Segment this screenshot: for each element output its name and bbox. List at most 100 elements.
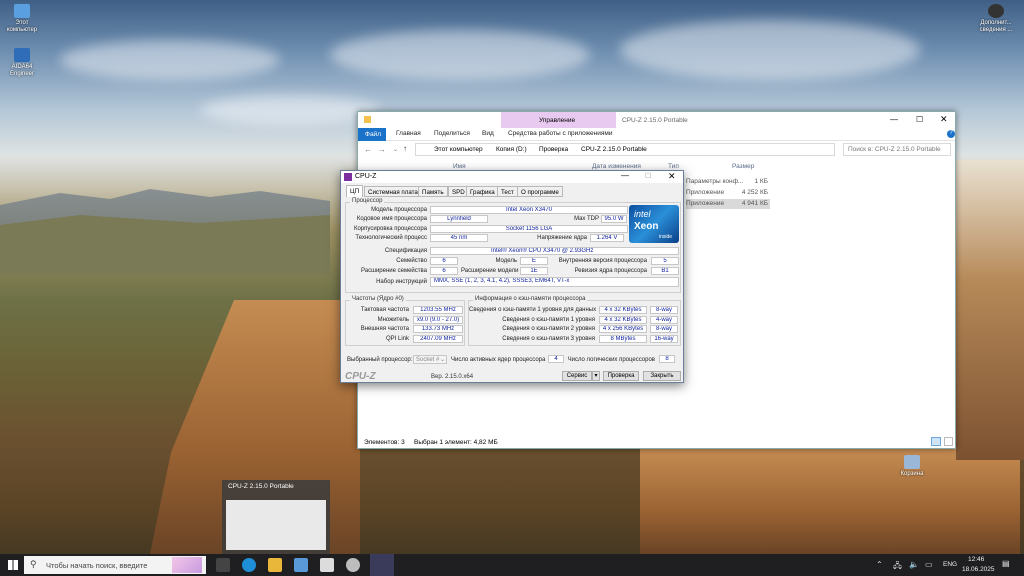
back-icon[interactable]: ←	[364, 145, 372, 154]
breadcrumb-drive[interactable]: Копия (D:)	[496, 146, 527, 153]
label-model: Модель процессора	[371, 207, 427, 213]
close-button[interactable]: Закрыть	[643, 371, 681, 381]
tray-chevron-icon[interactable]: ⌃	[876, 560, 883, 569]
tab-mainboard[interactable]: Системная плата	[364, 186, 422, 197]
task-view-icon[interactable]	[216, 558, 230, 572]
desktop-icon-recycle-bin[interactable]: Корзина	[890, 455, 934, 478]
cpuz-window: CPU-Z — ☐ ✕ ЦП Системная плата Память SP…	[340, 170, 684, 383]
tab-share[interactable]: Поделиться	[434, 130, 470, 137]
tab-bench[interactable]: Тест	[497, 186, 518, 197]
search-input[interactable]: Поиск в: CPU-Z 2.15.0 Portable	[843, 143, 951, 156]
tab-cpu[interactable]: ЦП	[346, 185, 364, 197]
value-l2-ways: 8-way	[650, 325, 678, 333]
taskbar-thumbnail[interactable]: CPU-Z 2.15.0 Portable	[222, 480, 330, 554]
file-row[interactable]: Параметры конф... 1 КБ	[686, 177, 770, 187]
status-selected: Выбран 1 элемент: 4,82 МБ	[414, 439, 498, 446]
clock-date[interactable]: 18.06.2025	[962, 566, 995, 573]
battery-icon[interactable]: ▭	[925, 560, 933, 569]
label-model-num: Модель	[495, 258, 517, 264]
close-icon[interactable]: ✕	[668, 171, 676, 182]
town-buildings	[956, 160, 1024, 460]
label-l3: Сведения о кэш-памяти 3 уровня	[502, 336, 595, 342]
desktop-icon-extra-info[interactable]: Дополнит... сведения ...	[972, 4, 1020, 34]
search-icon: ⚲	[30, 559, 37, 569]
tools-dropdown-icon[interactable]: ▾	[592, 371, 600, 381]
minimize-icon[interactable]: —	[621, 171, 629, 180]
address-bar[interactable]: Этот компьютер Копия (D:) Проверка CPU-Z…	[415, 143, 835, 156]
label-instructions: Набор инструкций	[376, 279, 427, 285]
tab-graphics[interactable]: Графика	[466, 186, 499, 197]
volume-icon[interactable]: 🔈	[909, 560, 919, 569]
start-icon[interactable]	[8, 560, 18, 570]
folder-icon	[364, 116, 371, 123]
label-l1-data: Сведения о кэш-памяти 1 уровня для данны…	[469, 307, 597, 313]
value-voltage: 1.264 V	[590, 234, 624, 242]
column-date[interactable]: Дата изменения	[592, 163, 641, 170]
validate-button[interactable]: Проверка	[603, 371, 639, 381]
maximize-icon[interactable]: ☐	[645, 172, 651, 180]
value-qpi-link: 2407.09 MHz	[413, 335, 463, 343]
explorer-titlebar: Управление CPU-Z 2.15.0 Portable — ☐ ✕	[358, 112, 955, 128]
network-icon[interactable]: 🖧	[893, 560, 902, 574]
value-l1-inst: 4 x 32 KBytes	[599, 316, 647, 324]
value-threads: 8	[659, 355, 675, 363]
mail-icon[interactable]	[320, 558, 334, 572]
thumbnail-preview	[226, 500, 326, 550]
edge-icon[interactable]	[242, 558, 256, 572]
info-icon	[988, 4, 1004, 18]
help-icon[interactable]: ?	[947, 130, 955, 138]
file-row-selected[interactable]: Приложение 4 941 КБ	[686, 199, 770, 209]
label-threads: Число логических процессоров	[567, 357, 655, 363]
column-name[interactable]: Имя	[453, 163, 466, 170]
tools-button[interactable]: Сервис	[562, 371, 592, 381]
ribbon-tabs: Файл Главная Поделиться Вид Средства раб…	[358, 128, 955, 141]
breadcrumb-check[interactable]: Проверка	[539, 146, 568, 153]
minimize-icon[interactable]: —	[890, 115, 898, 124]
file-explorer-icon[interactable]	[268, 558, 282, 572]
value-instructions: MMX, SSE (1, 2, 3, 4.1, 4.2), SSSE3, EM6…	[430, 277, 679, 287]
cache-group-title: Информация о кэш-памяти процессора	[473, 296, 588, 302]
tab-memory[interactable]: Память	[418, 186, 448, 197]
tab-file[interactable]: Файл	[358, 128, 386, 141]
value-l3: 8 MBytes	[599, 335, 647, 343]
cpuz-version: Вер. 2.15.0.x64	[431, 374, 474, 380]
value-technology: 45 nm	[430, 234, 488, 242]
breadcrumb-cpuz[interactable]: CPU-Z 2.15.0 Portable	[581, 146, 647, 153]
processor-group-title: Процессор	[350, 198, 385, 204]
label-active-cores: Число активных ядер процессора	[451, 357, 546, 363]
tiles-view-icon[interactable]	[944, 437, 953, 446]
details-view-icon[interactable]	[931, 437, 941, 446]
column-type[interactable]: Тип	[668, 163, 679, 170]
tab-home[interactable]: Главная	[396, 130, 421, 137]
cpuz-taskbar-button[interactable]	[370, 554, 394, 576]
clock-time[interactable]: 12:46	[968, 556, 984, 563]
address-row: ← → ⌄ ↑ Этот компьютер Копия (D:) Провер…	[358, 142, 955, 159]
value-spec: Intel® Xeon® CPU X3470 @ 2.93GHz	[430, 247, 679, 255]
cpuz-brand: CPU-Z	[345, 371, 376, 382]
close-icon[interactable]: ✕	[940, 114, 948, 125]
up-icon[interactable]: ↑	[403, 144, 407, 153]
ribbon-context-tab[interactable]: Управление	[501, 112, 616, 128]
forward-icon[interactable]: →	[378, 145, 386, 154]
tab-view[interactable]: Вид	[482, 130, 494, 137]
settings-icon[interactable]	[346, 558, 360, 572]
tab-app-tools[interactable]: Средства работы с приложениями	[508, 130, 613, 137]
status-items: Элементов: 3	[364, 439, 405, 446]
label-core-speed: Тактовая частота	[360, 307, 409, 313]
file-row[interactable]: Приложение 4 252 КБ	[686, 188, 770, 198]
maximize-icon[interactable]: ☐	[916, 115, 923, 124]
recent-icon[interactable]: ⌄	[393, 146, 398, 153]
label-technology: Технологический процесс	[355, 235, 427, 241]
desktop-icon-aida64[interactable]: AIDA64 Engineer	[0, 48, 44, 78]
processor-select[interactable]: Socket # ⌄	[413, 355, 447, 364]
desktop-icon-this-pc[interactable]: Этот компьютер	[0, 4, 44, 34]
breadcrumb-this-pc[interactable]: Этот компьютер	[434, 146, 483, 153]
store-icon[interactable]	[294, 558, 308, 572]
taskbar-search-input[interactable]: ⚲ Чтобы начать поиск, введите	[24, 556, 206, 574]
notifications-icon[interactable]: ▤	[1002, 559, 1010, 568]
tab-about[interactable]: О программе	[517, 186, 563, 197]
language-indicator[interactable]: ENG	[943, 561, 957, 568]
intel-xeon-logo: intel Xeon inside	[629, 205, 679, 243]
column-size[interactable]: Размер	[732, 163, 754, 170]
value-family: 6	[430, 257, 458, 265]
